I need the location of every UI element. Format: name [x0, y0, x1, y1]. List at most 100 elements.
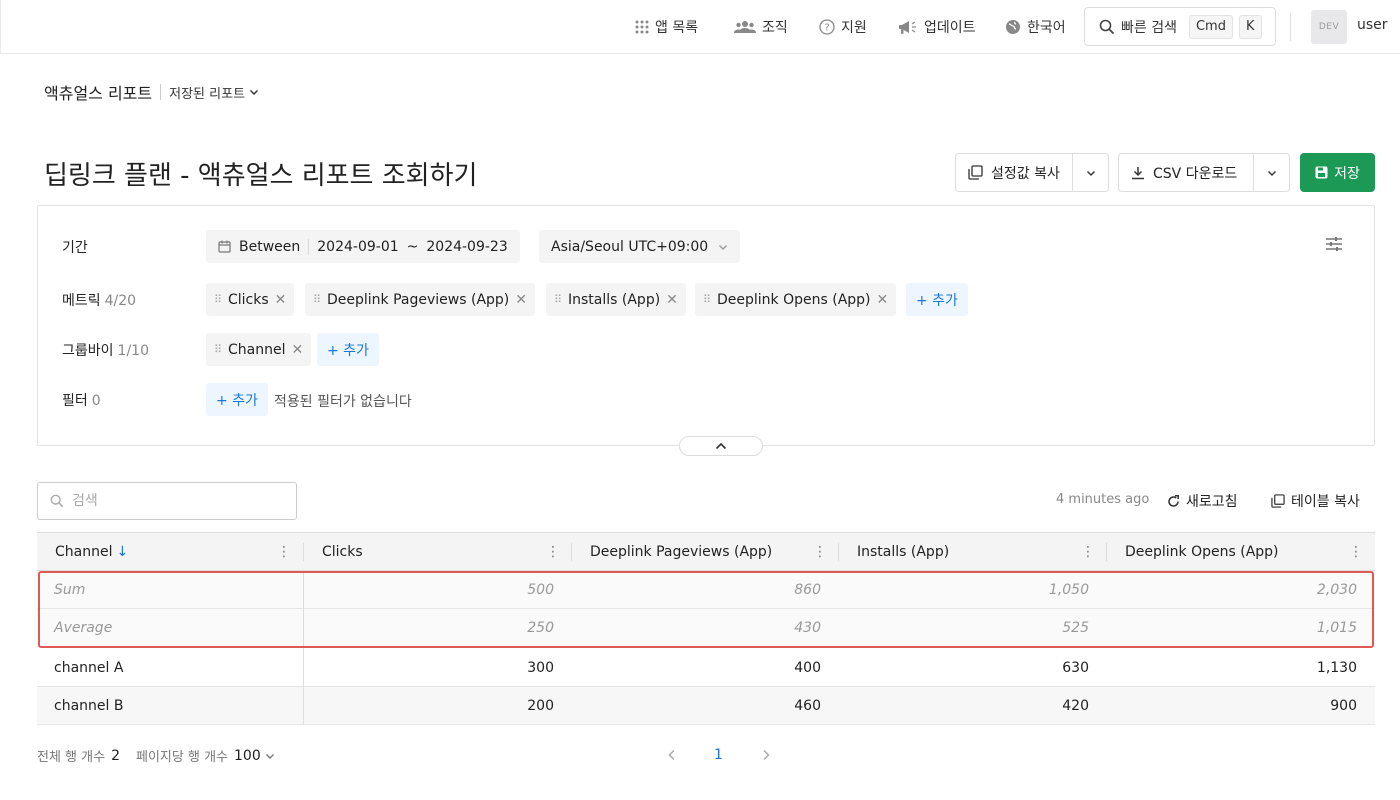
organization-menu[interactable]: 조직 [734, 15, 788, 39]
support-menu[interactable]: ? 지원 [819, 15, 867, 39]
column-header-deeplink-opens[interactable]: Deeplink Opens (App) ⋮ [1107, 533, 1375, 571]
help-icon: ? [819, 19, 835, 35]
column-label: Clicks [322, 544, 363, 560]
metrics-label: 메트릭 4/20 [62, 290, 136, 310]
kbd-k: K [1238, 14, 1262, 39]
copy-table-button[interactable]: 테이블 복사 [1271, 491, 1360, 511]
remove-icon[interactable]: ✕ [877, 292, 889, 308]
sliders-icon[interactable] [1325, 236, 1343, 256]
table-cell: 630 [1062, 660, 1089, 676]
groupby-label-text: 그룹바이 [62, 343, 114, 359]
column-menu-icon[interactable]: ⋮ [277, 544, 291, 560]
page-number-button[interactable]: 1 [695, 742, 742, 768]
table-cell: 460 [794, 698, 821, 714]
table-cell: 400 [794, 660, 821, 676]
date-start: 2024-09-01 [317, 238, 399, 255]
remove-icon[interactable]: ✕ [666, 292, 678, 308]
breadcrumb-main[interactable]: 액츄얼스 리포트 [44, 80, 152, 104]
save-icon [1315, 166, 1328, 179]
avatar[interactable]: DEV [1311, 10, 1347, 44]
column-menu-icon[interactable]: ⋮ [813, 544, 827, 560]
refresh-icon [1168, 494, 1179, 507]
metrics-count: 4/20 [104, 293, 137, 309]
column-header-channel[interactable]: Channel ↓ ⋮ [37, 533, 303, 571]
total-rows-value: 2 [111, 747, 120, 764]
metric-label: Clicks [228, 291, 269, 308]
table-search[interactable] [37, 482, 297, 520]
saved-reports-dropdown[interactable]: 저장된 리포트 [169, 83, 259, 102]
metric-chip[interactable]: ⠿ Clicks ✕ [206, 283, 295, 316]
table-cell: 300 [527, 660, 554, 676]
chevron-up-icon [715, 442, 727, 450]
globe-icon [1006, 20, 1020, 34]
table-row[interactable]: channel A 300 400 630 1,130 [37, 649, 1375, 687]
period-label: 기간 [62, 240, 88, 256]
csv-download-button[interactable]: CSV 다운로드 [1119, 154, 1253, 191]
copy-settings-button[interactable]: 설정값 복사 [956, 154, 1072, 191]
metric-chip[interactable]: ⠿ Installs (App) ✕ [546, 283, 686, 316]
copy-icon [968, 165, 983, 180]
column-menu-icon[interactable]: ⋮ [546, 544, 560, 560]
column-header-clicks[interactable]: Clicks ⋮ [304, 533, 572, 571]
breadcrumb: 액츄얼스 리포트 저장된 리포트 [44, 80, 259, 104]
remove-icon[interactable]: ✕ [515, 292, 527, 308]
drag-handle-icon[interactable]: ⠿ [703, 293, 711, 306]
divider [571, 543, 572, 561]
divider [1106, 543, 1107, 561]
divider [303, 543, 304, 561]
language-menu[interactable]: 한국어 [1005, 15, 1066, 39]
refresh-button[interactable]: 새로고침 [1167, 491, 1238, 511]
page-title: 딥링크 플랜 - 액츄얼스 리포트 조회하기 [44, 161, 478, 191]
column-menu-icon[interactable]: ⋮ [1349, 544, 1363, 560]
groupby-label: 그룹바이 1/10 [62, 340, 149, 360]
report-settings-panel: 기간 Between 2024-09-01 ~ 2024-09-23 Asia/… [37, 205, 1375, 456]
total-rows-label: 전체 행 개수 [37, 750, 106, 765]
collapse-panel-button[interactable] [679, 436, 763, 456]
no-filter-message: 적용된 필터가 없습니다 [274, 394, 412, 410]
add-metric-button[interactable]: + 추가 [906, 283, 968, 316]
drag-handle-icon[interactable]: ⠿ [313, 293, 321, 306]
column-header-installs[interactable]: Installs (App) ⋮ [839, 533, 1107, 571]
download-icon [1132, 166, 1144, 179]
table-search-input[interactable] [72, 493, 272, 509]
metric-chip[interactable]: ⠿ Deeplink Pageviews (App) ✕ [305, 283, 535, 316]
copy-settings-more[interactable] [1072, 154, 1108, 191]
column-label: Channel [55, 544, 113, 560]
prev-page-button[interactable] [648, 742, 695, 768]
drag-handle-icon[interactable]: ⠿ [214, 343, 222, 356]
add-filter-button[interactable]: + 추가 [206, 383, 268, 416]
drag-handle-icon[interactable]: ⠿ [214, 293, 222, 306]
csv-download-more[interactable] [1253, 154, 1289, 191]
date-tilde: ~ [406, 238, 419, 255]
next-page-button[interactable] [742, 742, 789, 768]
grid-icon [635, 20, 649, 34]
support-label: 지원 [841, 20, 867, 36]
metric-chip[interactable]: ⠿ Deeplink Opens (App) ✕ [695, 283, 897, 316]
date-range-picker[interactable]: Between 2024-09-01 ~ 2024-09-23 [206, 230, 520, 263]
username[interactable]: user [1357, 17, 1388, 33]
column-menu-icon[interactable]: ⋮ [1081, 544, 1095, 560]
csv-download-group: CSV 다운로드 [1118, 153, 1290, 192]
quick-search-button[interactable]: 빠른 검색 Cmd K [1084, 7, 1276, 46]
metric-label: Deeplink Opens (App) [717, 291, 871, 308]
updates-menu[interactable]: 업데이트 [898, 15, 976, 39]
remove-icon[interactable]: ✕ [291, 342, 303, 358]
row-label: channel A [54, 660, 124, 676]
sort-desc-icon[interactable]: ↓ [116, 544, 128, 560]
add-groupby-button[interactable]: + 추가 [317, 333, 379, 366]
chevron-left-icon [667, 749, 675, 761]
table-row[interactable]: channel B 200 460 420 900 [37, 687, 1375, 725]
drag-handle-icon[interactable]: ⠿ [554, 293, 562, 306]
remove-icon[interactable]: ✕ [275, 292, 287, 308]
app-list-menu[interactable]: 앱 목록 [635, 15, 698, 39]
per-page-select[interactable]: 100 [234, 748, 275, 764]
updates-label: 업데이트 [924, 20, 976, 36]
groupby-chip[interactable]: ⠿ Channel ✕ [206, 333, 312, 366]
column-header-deeplink-pageviews[interactable]: Deeplink Pageviews (App) ⋮ [572, 533, 839, 571]
timezone-select[interactable]: Asia/Seoul UTC+09:00 [539, 230, 741, 263]
table-footer-info: 전체 행 개수 2 페이지당 행 개수 100 [37, 746, 275, 765]
save-button[interactable]: 저장 [1300, 153, 1375, 192]
date-end: 2024-09-23 [426, 238, 508, 255]
column-label: Installs (App) [857, 544, 950, 560]
date-mode: Between [239, 238, 301, 255]
